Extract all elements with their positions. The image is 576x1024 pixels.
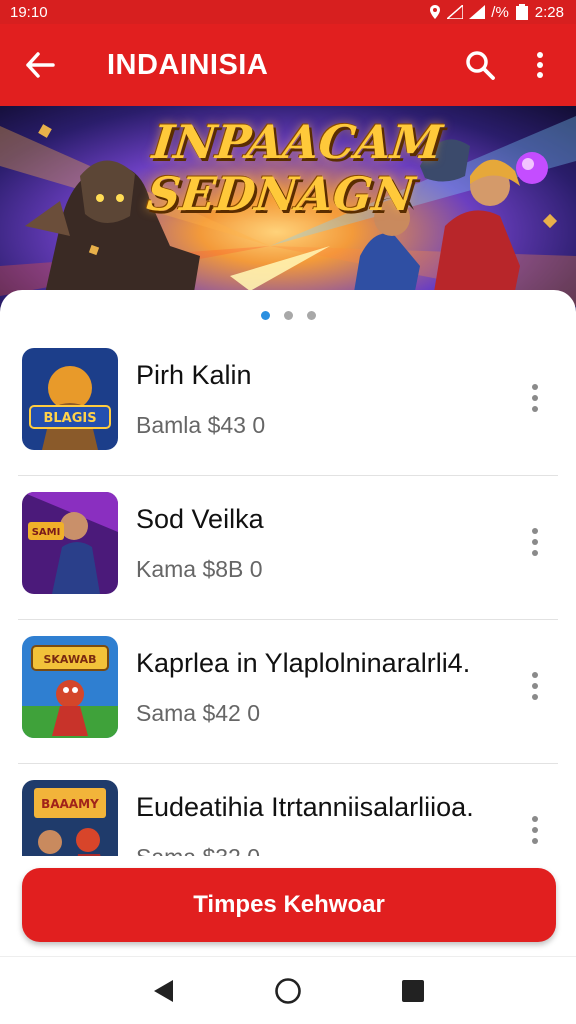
- list-item[interactable]: SAMI Sod Veilka Kama $8B 0: [18, 476, 558, 620]
- battery-icon: [515, 4, 528, 20]
- thumb-label: BLAGIS: [43, 411, 96, 426]
- more-dot: [532, 683, 538, 689]
- recents-square-icon: [402, 979, 425, 1002]
- hero-banner[interactable]: INPAACAM SEDNAGN: [0, 106, 576, 316]
- item-more-button[interactable]: [520, 378, 550, 418]
- more-vert-icon: [537, 52, 543, 78]
- app-title: INDAINISIA: [107, 48, 269, 81]
- more-dot: [532, 528, 538, 534]
- item-price: Sama $42 0: [136, 700, 261, 726]
- item-price: Sama $32 0: [136, 844, 260, 856]
- carousel-dot-1[interactable]: [260, 311, 270, 320]
- more-dot: [532, 384, 538, 390]
- search-icon: [466, 51, 495, 80]
- status-time-right: 2:28: [534, 3, 564, 21]
- more-dot: [532, 816, 538, 822]
- more-dot: [532, 406, 538, 412]
- more-dot: [532, 550, 538, 556]
- banner-title-line2: SEDNAGN: [144, 167, 418, 221]
- item-price: Bamla $43 0: [136, 412, 266, 438]
- search-button[interactable]: [450, 24, 510, 106]
- location-icon: [430, 5, 441, 19]
- primary-action-button[interactable]: Timpes Kehwoar: [22, 868, 556, 942]
- nav-back-button[interactable]: [138, 966, 188, 1016]
- item-title: Eudeatihia Itrtanniisalarliioa.: [136, 792, 474, 822]
- signal-icon: [447, 5, 464, 19]
- game-thumbnail: BLAGIS: [22, 348, 118, 450]
- back-button[interactable]: [0, 24, 80, 106]
- status-icons: /% 2:28: [429, 4, 564, 21]
- item-title: Sod Veilka: [136, 504, 264, 534]
- wifi-signal-icon: [469, 5, 486, 19]
- back-arrow-icon: [26, 52, 55, 78]
- more-dot: [532, 838, 538, 844]
- nav-home-button[interactable]: [263, 966, 313, 1016]
- item-price: Kama $8B 0: [136, 556, 263, 582]
- item-more-button[interactable]: [520, 666, 550, 706]
- game-list[interactable]: BLAGIS Pirh Kalin Bamla $43 0 SAMI Sod V…: [0, 332, 576, 856]
- game-thumbnail: SAMI: [22, 492, 118, 594]
- battery-percent: /%: [491, 3, 509, 21]
- thumb-label: BAAAMY: [41, 797, 99, 811]
- back-triangle-icon: [153, 979, 173, 1002]
- game-thumbnail: SKAWAB: [22, 636, 118, 738]
- more-dot: [532, 539, 538, 545]
- app-bar: INDAINISIA: [0, 24, 576, 106]
- item-title: Pirh Kalin: [136, 360, 252, 390]
- carousel-dot-3[interactable]: [306, 311, 316, 320]
- carousel-indicator: [0, 311, 576, 320]
- nav-recents-button[interactable]: [388, 966, 438, 1016]
- carousel-dot-2[interactable]: [283, 311, 293, 320]
- more-dot: [532, 672, 538, 678]
- banner-title: INPAACAM SEDNAGN: [144, 115, 445, 221]
- system-nav-bar: [0, 956, 576, 1024]
- thumb-label: SAMI: [32, 527, 61, 538]
- item-more-button[interactable]: [520, 522, 550, 562]
- home-circle-icon: [275, 977, 301, 1004]
- item-title: Kaprlea in Ylaplolninaralrli4.: [136, 648, 471, 678]
- more-dot: [532, 694, 538, 700]
- game-thumbnail: BAAAMY: [22, 780, 118, 856]
- more-dot: [532, 827, 538, 833]
- list-item[interactable]: BAAAMY Eudeatihia Itrtanniisalarliioa. S…: [18, 764, 558, 856]
- status-time-left: 19:10: [10, 3, 48, 21]
- list-item[interactable]: BLAGIS Pirh Kalin Bamla $43 0: [18, 332, 558, 476]
- thumb-label: SKAWAB: [43, 653, 96, 666]
- more-options-button[interactable]: [510, 24, 570, 106]
- list-item[interactable]: SKAWAB Kaprlea in Ylaplolninaralrli4. Sa…: [18, 620, 558, 764]
- banner-title-line1: INPAACAM: [149, 115, 445, 169]
- more-dot: [532, 395, 538, 401]
- item-more-button[interactable]: [520, 810, 550, 850]
- status-bar: 19:10 /% 2:28: [0, 0, 576, 24]
